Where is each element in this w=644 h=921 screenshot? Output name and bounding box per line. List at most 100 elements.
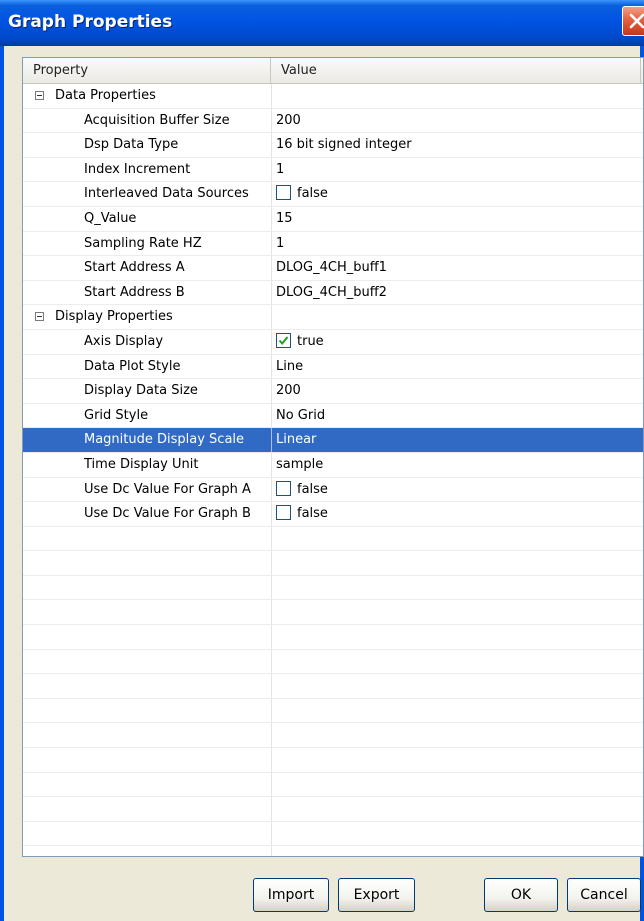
property-value-text: false [297,506,328,522]
empty-row [23,625,643,650]
empty-row [23,649,643,675]
column-header-property[interactable]: Property [23,58,271,83]
checkmark-icon [278,336,289,345]
checkbox[interactable] [276,332,291,348]
category-row[interactable]: Display Properties [23,305,643,330]
checkbox[interactable] [276,185,291,201]
property-value[interactable]: DLOG_4CH_buff1 [276,256,387,280]
property-value-text: Line [276,358,304,374]
property-value[interactable]: 200 [276,109,301,133]
property-value[interactable]: DLOG_4CH_buff2 [276,281,387,305]
property-row[interactable]: Start Address B DLOG_4CH_buff2 [23,280,643,306]
property-grid[interactable]: Property Value Data Properties Acquisitio… [22,57,644,857]
property-value[interactable]: false [276,182,328,206]
column-divider [271,428,272,452]
column-divider [271,354,272,379]
column-divider [271,452,272,477]
property-row[interactable]: Q_Value 15 [23,206,643,232]
property-value-text: sample [276,456,324,472]
property-row[interactable]: Dsp Data Type 16 bit signed integer [23,133,643,158]
column-divider [271,403,272,428]
property-value-text: true [297,333,324,349]
property-row[interactable]: Magnitude Display Scale Linear [23,428,643,453]
column-divider [271,280,272,305]
ok-button[interactable]: OK [484,878,558,912]
property-value-text: 1 [276,235,285,251]
column-divider [271,575,272,600]
category-row[interactable]: Data Properties [23,84,643,109]
property-row[interactable]: Data Plot Style Line [23,354,643,380]
column-divider [271,133,272,157]
column-divider [271,84,272,108]
grid-header: Property Value [23,58,643,84]
property-value[interactable]: 16 bit signed integer [276,133,412,157]
import-button[interactable]: Import [253,878,329,912]
column-divider [271,305,272,329]
property-value[interactable]: 1 [276,232,284,256]
empty-row [23,698,643,724]
column-divider [271,502,272,526]
property-value[interactable]: No Grid [276,404,325,428]
window-title: Graph Properties [8,12,173,32]
empty-row [23,551,643,576]
property-name: Start Address B [84,284,185,300]
column-divider [271,674,272,698]
close-button[interactable] [622,6,644,36]
property-value-text: No Grid [276,407,326,423]
property-row[interactable]: Acquisition Buffer Size 200 [23,108,643,134]
property-row[interactable]: Interleaved Data Sources false [23,182,643,207]
property-name: Time Display Unit [84,456,199,472]
column-divider [271,379,272,403]
property-value[interactable]: 15 [276,207,293,231]
property-row[interactable]: Grid Style No Grid [23,403,643,429]
category-label: Display Properties [55,309,173,325]
property-row[interactable]: Sampling Rate HZ 1 [23,231,643,257]
collapse-icon[interactable] [35,91,44,100]
property-name: Sampling Rate HZ [84,235,202,251]
property-value[interactable]: Linear [276,428,316,452]
property-value-text: DLOG_4CH_buff1 [276,260,387,276]
property-name: Acquisition Buffer Size [84,112,230,128]
property-row[interactable]: Use Dc Value For Graph B false [23,502,643,527]
property-name: Use Dc Value For Graph A [84,481,251,497]
empty-row [23,575,643,601]
property-value[interactable]: sample [276,453,323,477]
property-value-text: Linear [276,432,317,448]
cancel-button[interactable]: Cancel [567,878,641,912]
checkbox[interactable] [276,505,291,521]
property-name: Axis Display [84,333,164,349]
property-row[interactable]: Start Address A DLOG_4CH_buff1 [23,256,643,281]
property-value[interactable]: Line [276,355,303,379]
checkbox[interactable] [276,480,291,496]
property-row[interactable]: Display Data Size 200 [23,379,643,404]
property-value-text: 200 [276,112,301,128]
property-value-text: DLOG_4CH_buff2 [276,284,387,300]
column-divider [271,526,272,551]
column-divider [271,698,272,723]
title-bar: Graph Properties [0,0,644,46]
property-value[interactable]: 200 [276,379,301,403]
property-row[interactable]: Time Display Unit sample [23,452,643,478]
property-value[interactable]: true [276,330,324,354]
property-value-text: 16 bit signed integer [276,137,412,153]
property-name: Grid Style [84,407,149,423]
property-row[interactable]: Axis Display true [23,329,643,355]
property-value[interactable]: 1 [276,158,284,182]
property-row[interactable]: Use Dc Value For Graph A false [23,477,643,503]
empty-row [23,748,643,773]
column-divider [271,797,272,821]
property-name: Start Address A [84,260,185,276]
property-value[interactable]: false [276,478,328,502]
collapse-icon[interactable] [35,312,44,322]
property-name: Magnitude Display Scale [84,432,245,448]
empty-row [23,600,643,626]
column-divider [271,649,272,674]
column-header-value[interactable]: Value [271,58,641,83]
property-value[interactable]: false [276,502,328,526]
export-button[interactable]: Export [338,878,415,912]
property-name: Index Increment [84,161,191,177]
empty-row [23,797,643,822]
column-divider [271,748,272,772]
property-row[interactable]: Index Increment 1 [23,157,643,183]
grid-rows: Data Properties Acquisition Buffer Size 20… [23,84,643,856]
